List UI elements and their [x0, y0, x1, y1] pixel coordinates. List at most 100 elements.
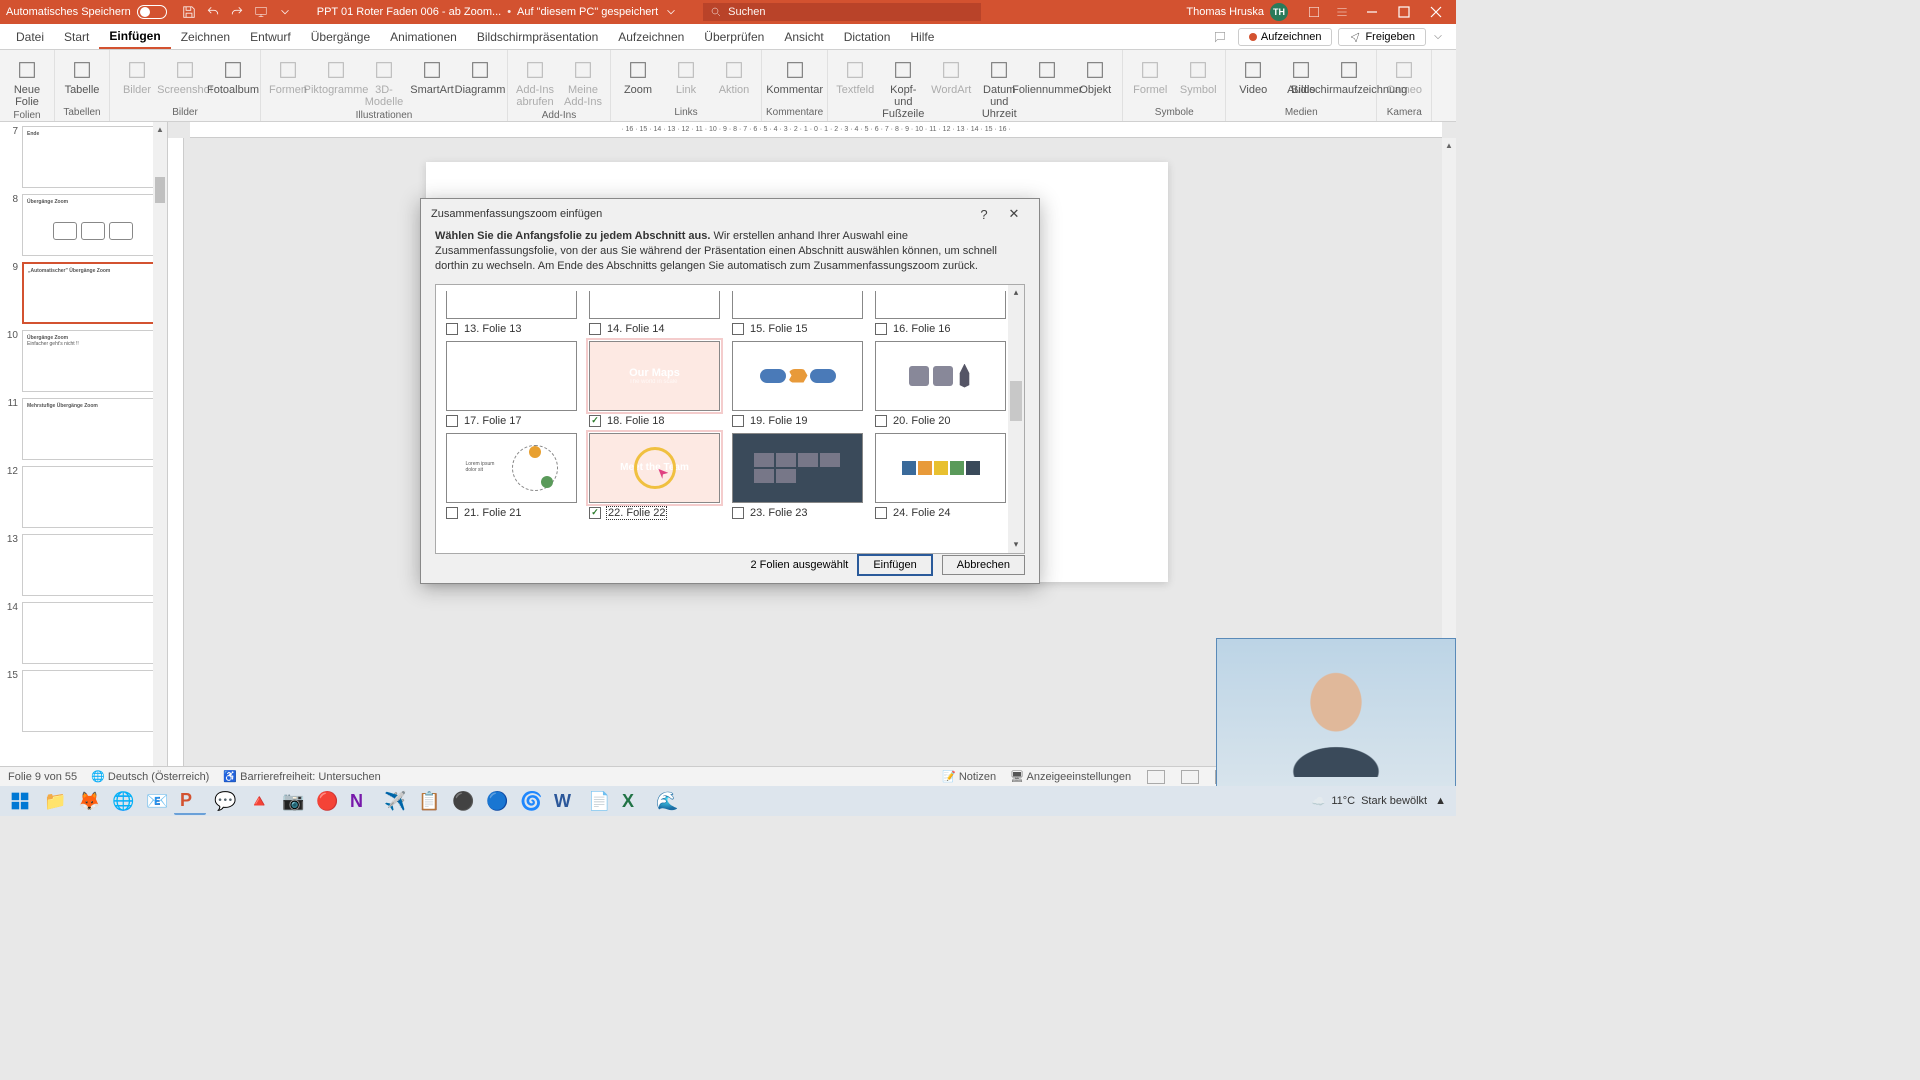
checkbox[interactable]: [589, 323, 601, 335]
tray-expand-icon[interactable]: ▲: [1435, 795, 1446, 807]
share-button[interactable]: Freigeben: [1338, 28, 1426, 46]
slide-scrollbar[interactable]: ▲ ▼: [153, 122, 167, 790]
checkbox[interactable]: [446, 415, 458, 427]
picker-item[interactable]: Our MapsThe world in scale18. Folie 18: [589, 341, 720, 427]
checkbox[interactable]: [732, 323, 744, 335]
picker-item[interactable]: 13. Folie 13: [446, 291, 577, 335]
help-button[interactable]: ?: [969, 199, 999, 229]
edge-icon[interactable]: 🌊: [650, 787, 682, 815]
picker-item[interactable]: 24. Folie 24: [875, 433, 1006, 519]
chevron-down-icon[interactable]: [1429, 28, 1447, 46]
close-button[interactable]: [1422, 0, 1450, 24]
chrome-icon[interactable]: 🌐: [106, 787, 138, 815]
undo-icon[interactable]: [204, 3, 222, 21]
checkbox[interactable]: [589, 415, 601, 427]
scroll-up-icon[interactable]: ▲: [1442, 138, 1456, 152]
tab-datei[interactable]: Datei: [6, 26, 54, 48]
firefox-icon[interactable]: 🦊: [72, 787, 104, 815]
tray-icon[interactable]: [1305, 3, 1323, 21]
telegram-icon[interactable]: ✈️: [378, 787, 410, 815]
slide-thumb[interactable]: 14: [4, 602, 163, 664]
system-tray[interactable]: ▲: [1429, 795, 1452, 807]
start-button[interactable]: [4, 787, 36, 815]
picker-item[interactable]: Lorem ipsumdolor sit21. Folie 21: [446, 433, 577, 519]
tab-ueberpruefen[interactable]: Überprüfen: [694, 26, 774, 48]
app-icon[interactable]: 📄: [582, 787, 614, 815]
ribbon-tool[interactable]: Neue Folie: [4, 56, 50, 110]
checkbox[interactable]: [875, 323, 887, 335]
picker-item[interactable]: 16. Folie 16: [875, 291, 1006, 335]
outlook-icon[interactable]: 📧: [140, 787, 172, 815]
checkbox[interactable]: [732, 415, 744, 427]
scroll-handle[interactable]: [155, 177, 165, 203]
picker-item[interactable]: 17. Folie 17: [446, 341, 577, 427]
tab-animationen[interactable]: Animationen: [380, 26, 467, 48]
ribbon-tool[interactable]: Foliennummer: [1024, 56, 1070, 98]
scroll-up-icon[interactable]: ▲: [153, 122, 167, 136]
ribbon-tool[interactable]: Kopf- und Fußzeile: [880, 56, 926, 122]
view-sorter-icon[interactable]: [1181, 770, 1199, 784]
tab-start[interactable]: Start: [54, 26, 99, 48]
slide-thumb[interactable]: 15: [4, 670, 163, 732]
search-input[interactable]: Suchen: [703, 3, 981, 21]
picker-item[interactable]: 20. Folie 20: [875, 341, 1006, 427]
maximize-button[interactable]: [1390, 0, 1418, 24]
tab-dictation[interactable]: Dictation: [834, 26, 901, 48]
chevron-down-icon[interactable]: [662, 3, 680, 21]
app-icon[interactable]: 📋: [412, 787, 444, 815]
app-icon[interactable]: 💬: [208, 787, 240, 815]
notes-button[interactable]: 📝 Notizen: [942, 770, 996, 783]
checkbox[interactable]: [446, 507, 458, 519]
app-icon[interactable]: 🔵: [480, 787, 512, 815]
slide-thumb[interactable]: 8Übergänge Zoom: [4, 194, 163, 256]
view-normal-icon[interactable]: [1147, 770, 1165, 784]
tab-aufzeichnen[interactable]: Aufzeichnen: [608, 26, 694, 48]
tab-zeichnen[interactable]: Zeichnen: [171, 26, 240, 48]
tab-uebergaenge[interactable]: Übergänge: [301, 26, 380, 48]
explorer-icon[interactable]: 📁: [38, 787, 70, 815]
picker-item[interactable]: Meet the Team22. Folie 22: [589, 433, 720, 519]
ribbon-tool[interactable]: Video: [1230, 56, 1276, 98]
scroll-handle[interactable]: [1010, 381, 1022, 421]
slide-thumb[interactable]: 7Ende: [4, 126, 163, 188]
einfuegen-button[interactable]: Einfügen: [858, 555, 931, 575]
excel-icon[interactable]: X: [616, 787, 648, 815]
ribbon-tool[interactable]: Objekt: [1072, 56, 1118, 98]
close-button[interactable]: ✕: [999, 199, 1029, 229]
ribbon-tool[interactable]: Tabelle: [59, 56, 105, 98]
save-icon[interactable]: [180, 3, 198, 21]
picker-item[interactable]: 23. Folie 23: [732, 433, 863, 519]
scroll-down-icon[interactable]: ▾: [1008, 537, 1024, 553]
dialog-titlebar[interactable]: Zusammenfassungszoom einfügen ? ✕: [421, 199, 1039, 229]
accessibility[interactable]: ♿ Barrierefreiheit: Untersuchen: [223, 770, 380, 783]
app-icon[interactable]: 📷: [276, 787, 308, 815]
redo-icon[interactable]: [228, 3, 246, 21]
powerpoint-icon[interactable]: P: [174, 787, 206, 815]
checkbox[interactable]: [732, 507, 744, 519]
ribbon-tool[interactable]: Kommentar: [772, 56, 818, 98]
slide-thumb[interactable]: 11Mehrstufige Übergänge Zoom: [4, 398, 163, 460]
tab-bildschirmpraesentation[interactable]: Bildschirmpräsentation: [467, 26, 608, 48]
minimize-button[interactable]: [1358, 0, 1386, 24]
tray-icon-2[interactable]: [1333, 3, 1351, 21]
slide-thumb[interactable]: 9„Automatischer" Übergänge Zoom: [4, 262, 163, 324]
ribbon-tool[interactable]: SmartArt: [409, 56, 455, 98]
obs-icon[interactable]: ⚫: [446, 787, 478, 815]
app-icon[interactable]: 🔴: [310, 787, 342, 815]
checkbox[interactable]: [875, 507, 887, 519]
ribbon-tool[interactable]: Bildschirmaufzeichnung: [1326, 56, 1372, 98]
checkbox[interactable]: [589, 507, 601, 519]
slide-panel[interactable]: 7Ende8Übergänge Zoom9„Automatischer" Übe…: [0, 122, 168, 790]
record-button[interactable]: Aufzeichnen: [1238, 28, 1333, 46]
checkbox[interactable]: [446, 323, 458, 335]
picker-item[interactable]: 19. Folie 19: [732, 341, 863, 427]
toggle-off-icon[interactable]: [137, 5, 167, 19]
picker-item[interactable]: 14. Folie 14: [589, 291, 720, 335]
picker-item[interactable]: 15. Folie 15: [732, 291, 863, 335]
ribbon-tool[interactable]: Zoom: [615, 56, 661, 98]
app-icon[interactable]: 🌀: [514, 787, 546, 815]
more-icon[interactable]: [276, 3, 294, 21]
slide-position[interactable]: Folie 9 von 55: [8, 771, 77, 783]
tab-hilfe[interactable]: Hilfe: [900, 26, 944, 48]
checkbox[interactable]: [875, 415, 887, 427]
